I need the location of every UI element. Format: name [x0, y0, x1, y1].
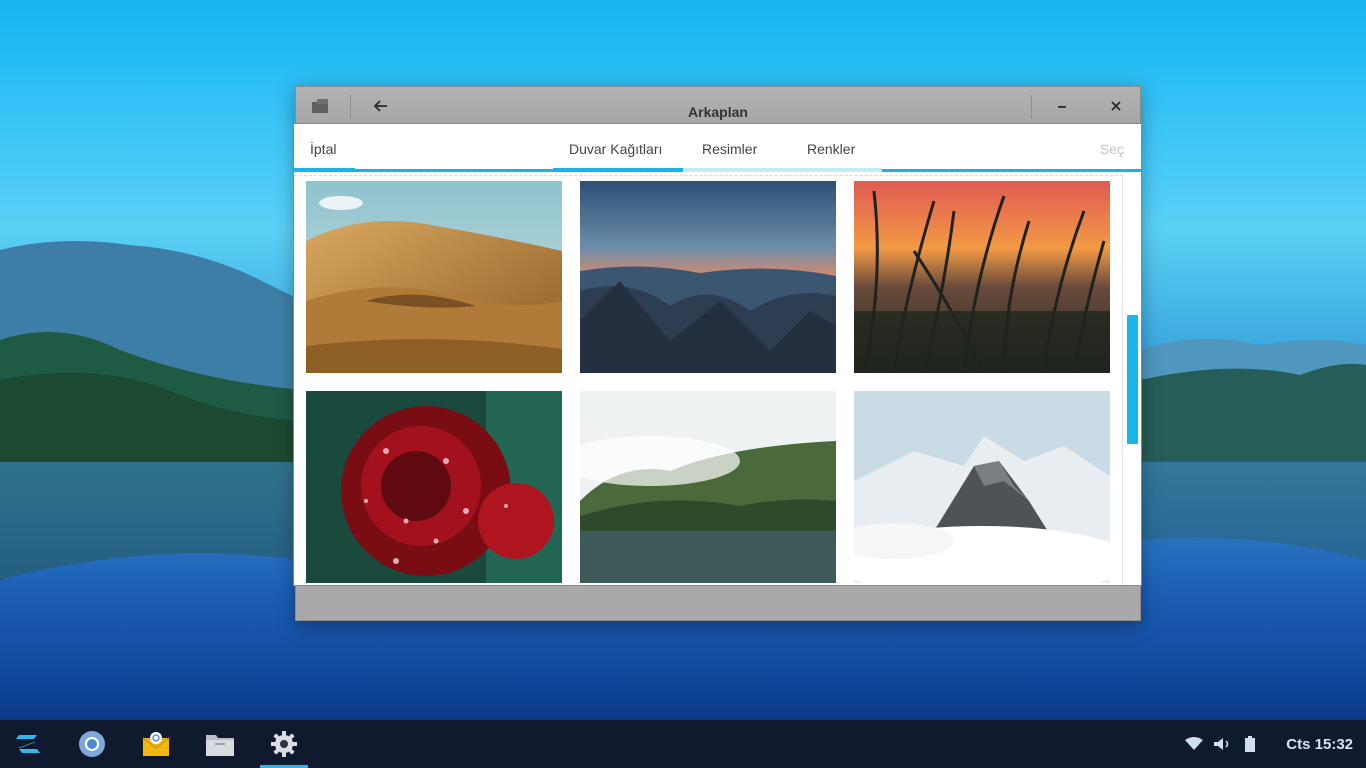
wallpaper-chooser-dialog: İptal Duvar Kağıtları Resimler Renkler S…: [293, 123, 1142, 586]
wallpaper-thumbnail-desert[interactable]: [306, 181, 562, 373]
dialog-header: İptal Duvar Kağıtları Resimler Renkler S…: [294, 124, 1141, 172]
cancel-button[interactable]: İptal: [310, 141, 336, 157]
zorin-logo-icon[interactable]: [4, 720, 52, 768]
files-folder-icon[interactable]: [196, 720, 244, 768]
tab-underline: [783, 168, 882, 172]
select-button[interactable]: Seç: [1100, 141, 1124, 157]
window-title: Arkaplan: [688, 104, 748, 120]
tab-wallpapers[interactable]: Duvar Kağıtları: [569, 141, 662, 157]
settings-gear-icon[interactable]: [260, 720, 308, 768]
wallpaper-thumbnail-grass-sunset[interactable]: [854, 181, 1110, 373]
volume-icon[interactable]: [1212, 734, 1232, 754]
tab-active-underline: [553, 168, 683, 172]
tab-colors[interactable]: Renkler: [807, 141, 855, 157]
chromium-browser-icon[interactable]: [68, 720, 116, 768]
wallpaper-thumbnail-snowy-peaks[interactable]: [854, 391, 1110, 583]
wallpaper-grid: [294, 175, 1123, 585]
mail-client-icon[interactable]: [132, 720, 180, 768]
wallpaper-thumbnail-foggy-lake[interactable]: [580, 391, 836, 583]
cancel-underline: [294, 168, 355, 172]
tab-pictures[interactable]: Resimler: [702, 141, 757, 157]
minimize-icon[interactable]: [1048, 87, 1076, 125]
wifi-icon[interactable]: [1184, 734, 1204, 754]
wallpaper-thumbnail-red-rose[interactable]: [306, 391, 562, 583]
clock[interactable]: Cts 15:32: [1286, 736, 1353, 753]
wallpaper-scrollbar[interactable]: [1122, 175, 1141, 585]
titlebar-separator: [1031, 95, 1032, 119]
battery-icon[interactable]: [1240, 734, 1260, 754]
tab-underline: [683, 168, 783, 172]
scrollbar-thumb[interactable]: [1127, 315, 1138, 444]
wallpaper-thumbnail-mountain-sunset[interactable]: [580, 181, 836, 373]
window-titlebar[interactable]: Arkaplan: [296, 87, 1140, 125]
close-icon[interactable]: [1102, 87, 1130, 125]
taskbar: Cts 15:32: [0, 720, 1366, 768]
